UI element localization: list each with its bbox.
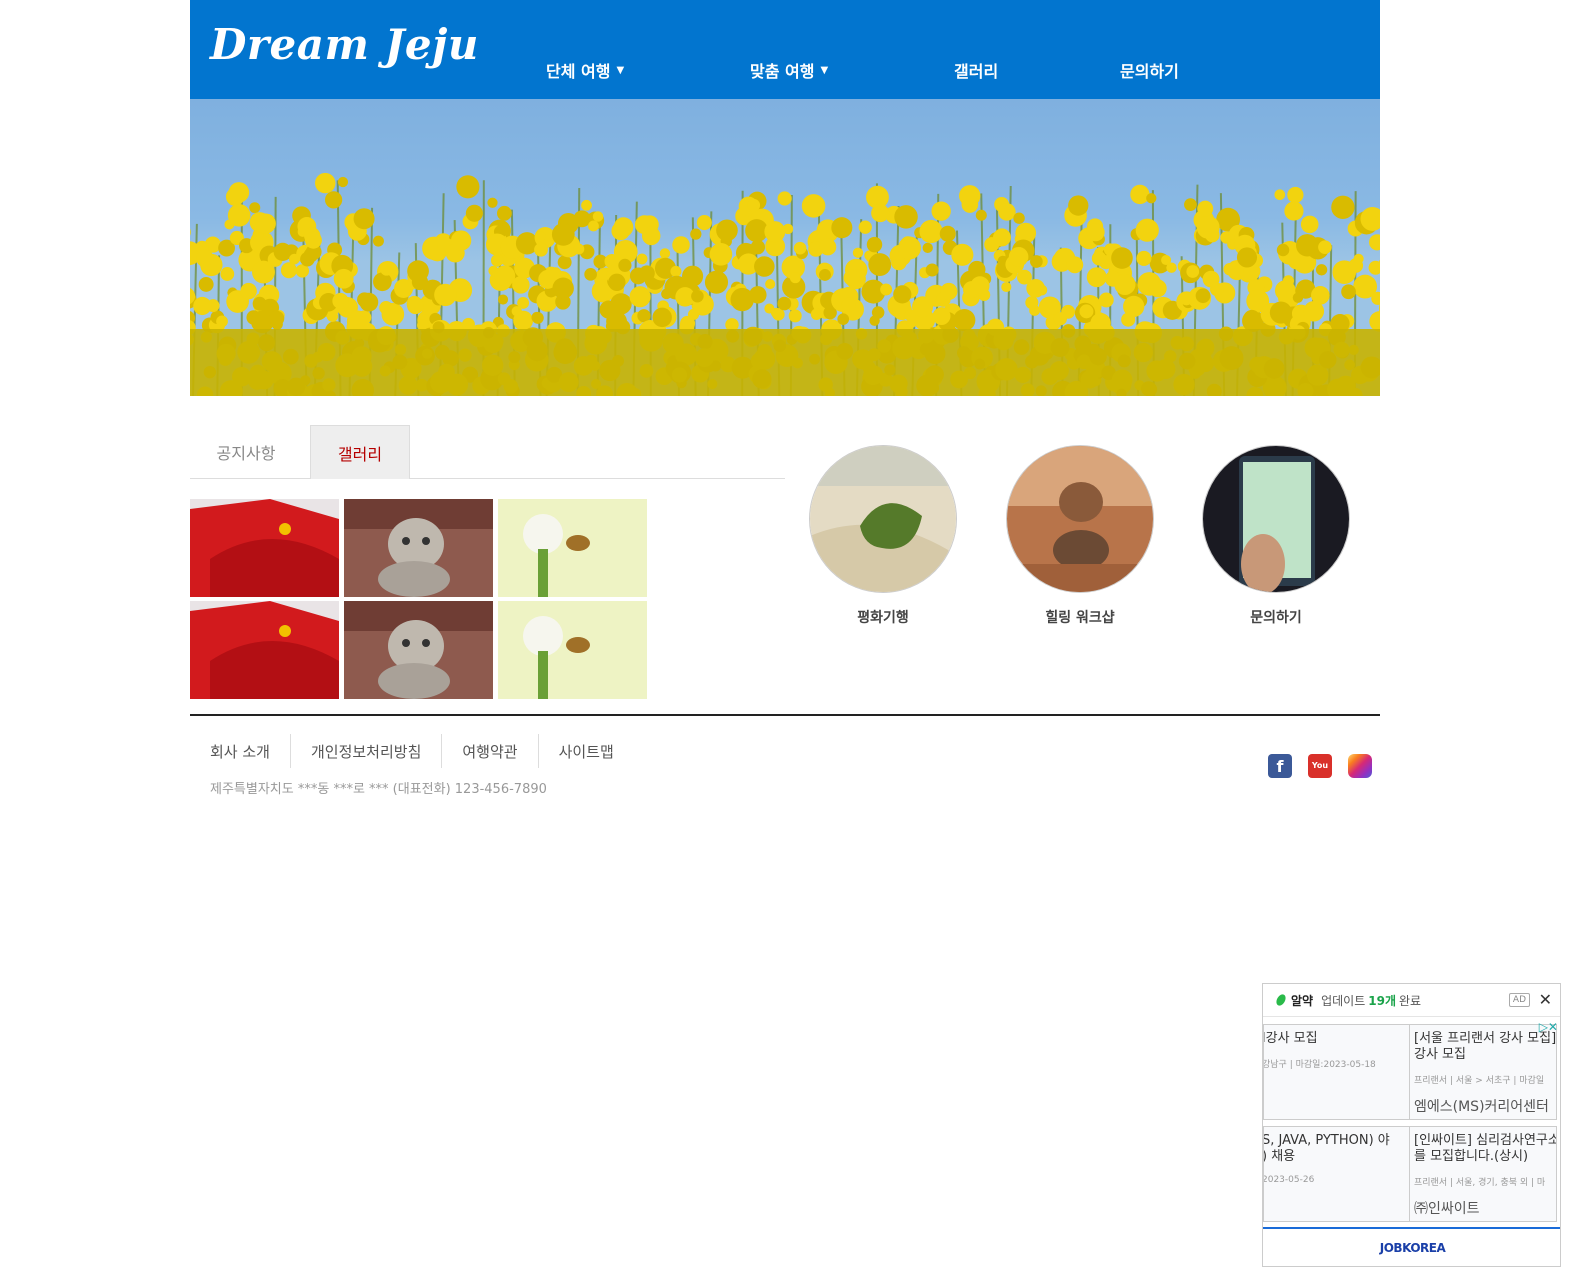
job-meta: 2023-05-26 xyxy=(1263,1175,1315,1185)
feature-label: 평화기행 xyxy=(857,610,909,626)
chevron-down-icon: ▼ xyxy=(820,64,829,76)
nav-label: 맞춤 여행 xyxy=(750,62,815,81)
nav-custom-tour[interactable]: 맞춤 여행 ▼ xyxy=(750,58,828,82)
nav-label: 문의하기 xyxy=(1120,62,1179,81)
tab-gallery[interactable]: 갤러리 xyxy=(310,425,410,479)
job-title: S, JAVA, PYTHON) 야 ) 채용 xyxy=(1263,1133,1390,1164)
job-card[interactable]: S, JAVA, PYTHON) 야 ) 채용 2023-05-26 xyxy=(1263,1126,1411,1222)
gallery-thumb-flower[interactable] xyxy=(190,499,339,597)
jobkorea-logo[interactable]: JOBKOREA xyxy=(1263,1227,1560,1266)
adchoices-icon[interactable]: ▷✕ xyxy=(1539,1020,1558,1034)
footer-link-about[interactable]: 회사 소개 xyxy=(190,734,291,768)
pill-icon xyxy=(1276,994,1286,1006)
nav-label: 단체 여행 xyxy=(546,62,611,81)
main-nav: 단체 여행 ▼ 맞춤 여행 ▼ 갤러리 문의하기 xyxy=(190,58,1380,82)
job-card[interactable]: l강사 모집 강남구 | 마감일:2023-05-18 xyxy=(1263,1024,1411,1120)
gallery-thumb-bee[interactable] xyxy=(498,601,647,699)
job-meta: 강남구 | 마감일:2023-05-18 xyxy=(1263,1060,1376,1070)
header: Dream Jeju 단체 여행 ▼ 맞춤 여행 ▼ 갤러리 문의하기 xyxy=(190,0,1380,99)
job-card[interactable]: [서울 프리랜서 강사 모집] 강사 모집 프리랜서 | 서울 > 서초구 | … xyxy=(1409,1024,1557,1120)
gallery-thumb-cat[interactable] xyxy=(344,601,493,699)
nav-group-tour[interactable]: 단체 여행 ▼ xyxy=(546,58,624,82)
job-company: ㈜인싸이트 xyxy=(1414,1201,1480,1217)
ad-badge: AD xyxy=(1508,993,1530,1007)
ad-jobs: l강사 모집 강남구 | 마감일:2023-05-18 [서울 프리랜서 강사 … xyxy=(1263,1020,1560,1224)
gallery-thumb-cat[interactable] xyxy=(344,499,493,597)
stones-image xyxy=(1006,445,1154,593)
alyak-logo: 알약 xyxy=(1275,992,1313,1009)
content-section: 공지사항 갤러리 평화기행 힐링 워크샵 문의하기 xyxy=(190,396,1380,714)
tab-bar: 공지사항 갤러리 xyxy=(190,425,785,479)
ad-popup: 알약 업데이트 19개 완료 AD ✕ l강사 모집 강남구 | 마감일:202… xyxy=(1262,983,1561,1267)
site-container: Dream Jeju 단체 여행 ▼ 맞춤 여행 ▼ 갤러리 문의하기 공지사항… xyxy=(190,0,1380,714)
instagram-icon[interactable] xyxy=(1348,754,1372,778)
footer-address: 제주특별자치도 ***동 ***로 *** (대표전화) 123-456-789… xyxy=(210,782,547,797)
feature-contact[interactable]: 문의하기 xyxy=(1201,445,1351,627)
job-company: 엠에스(MS)커리어센터 xyxy=(1414,1099,1549,1115)
job-title: [인싸이트] 심리검사연구소 를 모집합니다.(상시) xyxy=(1414,1133,1557,1164)
ad-header: 알약 업데이트 19개 완료 AD ✕ xyxy=(1263,984,1560,1017)
tab-notice[interactable]: 공지사항 xyxy=(190,425,302,479)
footer: 회사 소개 개인정보처리방침 여행약관 사이트맵 제주특별자치도 ***동 **… xyxy=(190,714,1380,804)
gallery-thumb-bee[interactable] xyxy=(498,499,647,597)
close-icon[interactable]: ✕ xyxy=(1539,990,1552,1009)
app-name: 알약 xyxy=(1291,993,1314,1008)
rapeseed-flowers-image xyxy=(190,172,1380,396)
feature-peace-tour[interactable]: 평화기행 xyxy=(808,445,958,627)
done-text: 완료 xyxy=(1399,993,1422,1008)
update-count: 19개 xyxy=(1368,993,1397,1008)
nav-gallery[interactable]: 갤러리 xyxy=(954,58,998,82)
update-text: 업데이트 xyxy=(1321,993,1366,1008)
job-meta: 프리랜서 | 서울 > 서초구 | 마감일 xyxy=(1414,1076,1545,1086)
job-title: [서울 프리랜서 강사 모집] 강사 모집 xyxy=(1414,1031,1557,1062)
chevron-down-icon: ▼ xyxy=(616,64,625,76)
feature-label: 문의하기 xyxy=(1250,610,1302,626)
footer-links: 회사 소개 개인정보처리방침 여행약관 사이트맵 xyxy=(190,734,634,768)
footer-link-terms[interactable]: 여행약관 xyxy=(442,734,539,768)
hero-banner-image xyxy=(190,99,1380,396)
feature-label: 힐링 워크샵 xyxy=(1045,610,1115,626)
leaf-image xyxy=(809,445,957,593)
facebook-icon[interactable]: f xyxy=(1268,754,1292,778)
footer-link-sitemap[interactable]: 사이트맵 xyxy=(539,734,634,768)
social-links: f You xyxy=(1268,754,1372,778)
nav-contact[interactable]: 문의하기 xyxy=(1120,58,1179,82)
youtube-icon[interactable]: You xyxy=(1308,754,1332,778)
job-card[interactable]: [인싸이트] 심리검사연구소 를 모집합니다.(상시) 프리랜서 | 서울, 경… xyxy=(1409,1126,1557,1222)
phone-image xyxy=(1202,445,1350,593)
job-meta: 프리랜서 | 서울, 경기, 충북 외 | 마 xyxy=(1414,1178,1546,1188)
gallery-thumb-flower[interactable] xyxy=(190,601,339,699)
feature-healing-workshop[interactable]: 힐링 워크샵 xyxy=(1005,445,1155,627)
footer-link-privacy[interactable]: 개인정보처리방침 xyxy=(291,734,443,768)
nav-label: 갤러리 xyxy=(954,62,999,81)
job-title: l강사 모집 xyxy=(1263,1031,1318,1046)
